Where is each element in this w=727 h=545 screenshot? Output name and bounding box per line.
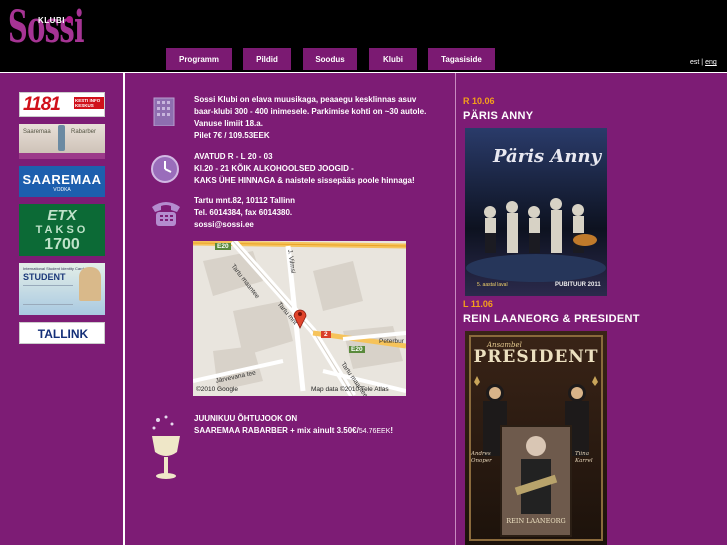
student-card-lines (23, 285, 73, 305)
opening-hours-text: AVATUD R - L 20 - 03 Kl.20 - 21 KÕIK ALK… (194, 151, 449, 187)
event-title[interactable]: PÄRIS ANNY (463, 110, 533, 122)
saaremaa-logo-text: SAAREMAA (22, 172, 102, 187)
contact-address: Tartu mnt.82, 10112 Tallinn (194, 196, 296, 205)
student-card-caption: International Student Identity Card (23, 266, 84, 271)
sponsor-1181-banner[interactable]: 1181 KESTI INFO KESKUS (19, 92, 105, 117)
nav-tab-pildid[interactable]: Pildid (243, 48, 291, 70)
logo-dot-icon (66, 16, 73, 23)
tallink-logo-text: TALLINK (37, 327, 89, 341)
promo-price-eek: 54.76EEK (358, 428, 391, 435)
event-date: R 10.06 (463, 96, 495, 106)
poster-footer: REIN LAANEORG (506, 517, 566, 525)
nav-tab-programm[interactable]: Programm (166, 48, 232, 70)
event-date: L 11.06 (463, 299, 493, 309)
drink-promo-text: JUUNIKUU ÕHTUJOOK ON SAAREMAA RABARBER +… (194, 413, 449, 438)
promo-line-2: SAAREMAA RABARBER + mix ainult 3.50€/ (194, 426, 359, 435)
contact-email[interactable]: sossi@sossi.ee (194, 219, 449, 231)
lang-est-link[interactable]: est (690, 59, 699, 66)
clock-icon (151, 155, 179, 183)
rabarber-text-1: Saaremaa (23, 129, 51, 135)
cocktail-glass-icon (152, 415, 180, 479)
nav-tab-soodus[interactable]: Soodus (303, 48, 357, 70)
location-map[interactable]: E20 E20 Tartu maantee Tartu mnt J. Vilms… (193, 241, 406, 396)
lang-eng-link[interactable]: eng (705, 59, 717, 66)
header: Sossi KLUBI Programm Pildid Soodus Klubi… (0, 0, 727, 72)
sponsor-etx-takso-banner[interactable]: ETX TAKSO 1700 (19, 204, 105, 256)
map-road-number: 2 (321, 331, 331, 338)
map-road-shield: E20 (349, 346, 365, 353)
promo-line-1: JUUNIKUU ÕHTUJOOK ON (194, 414, 298, 423)
about-line: Sossi Klubi on elava muusikaga, peaaegu … (194, 95, 417, 104)
promo-line-end: ! (390, 426, 394, 435)
map-data-attribution: Map data ©2010 Tele Atlas (311, 386, 389, 393)
about-line: Vanuse limiit 18.a. (194, 119, 263, 128)
poster-band-photo (466, 198, 606, 282)
poster-footer-left: 5. aastal laval (477, 282, 508, 288)
logo-text: Sossi (8, 2, 85, 53)
sponsor-saaremaa-rabarber-banner[interactable]: Saaremaa Rabarber (19, 124, 105, 159)
sponsor-saaremaa-vodka-banner[interactable]: SAAREMAA VODKA (19, 166, 105, 197)
hours-line: AVATUD R - L 20 - 03 (194, 152, 273, 161)
takso-text: TAKSO (35, 224, 89, 236)
map-pin-icon[interactable] (293, 307, 307, 329)
about-line: baar-klubi 300 - 400 inimesele. Parkimis… (194, 107, 427, 116)
poster-footer-right: PUBITUUR 2011 (555, 282, 601, 288)
map-street-label: Peterbur (379, 338, 404, 345)
event-poster-president[interactable]: Ansambel PRESIDENT Andres Onoper Tiina K… (465, 331, 607, 545)
sossi-logo[interactable]: Sossi KLUBI (8, 2, 85, 66)
student-card-title: STUDENT (23, 272, 66, 282)
about-line: Pilet 7€ / 109.53EEK (194, 131, 270, 140)
takso-number: 1700 (44, 236, 80, 253)
sponsor-student-card-banner[interactable]: International Student Identity Card STUD… (19, 263, 105, 315)
hours-line: Kl.20 - 21 KÕIK ALKOHOOLSED JOOGID - (194, 164, 354, 173)
contact-phone: Tel. 6014384, fax 6014380. (194, 208, 293, 217)
event-title[interactable]: REIN LAANEORG & PRESIDENT (463, 313, 640, 325)
rabarber-text-2: Rabarber (71, 129, 97, 135)
1181-logo-number: 1181 (23, 94, 61, 115)
hours-line: KAKS ÜHE HINNAGA & naistele sissepääs po… (194, 176, 415, 185)
language-switcher: est | eng (690, 59, 717, 66)
saaremaa-logo-sub: VODKA (53, 187, 71, 193)
event-poster-paris-anny[interactable]: Päris Anny 5. aastal laval PUBITUUR 2011 (465, 128, 607, 296)
club-about-text: Sossi Klubi on elava muusikaga, peaaegu … (194, 94, 449, 142)
map-road-shield: E20 (215, 243, 231, 250)
phone-icon (152, 202, 180, 226)
map-google-copyright: ©2010 Google (196, 386, 239, 393)
rabarber-stripe (19, 153, 105, 159)
poster-band-name: Päris Anny (493, 146, 602, 167)
building-icon (153, 97, 175, 126)
etx-logo-text: ETX (47, 207, 77, 224)
contact-text: Tartu mnt.82, 10112 Tallinn Tel. 6014384… (194, 195, 449, 231)
nav-tab-tagasiside[interactable]: Tagasiside (428, 48, 495, 70)
student-photo-icon (79, 267, 101, 301)
poster-member-right: Tiina Karrel (575, 451, 593, 464)
sponsor-tallink-banner[interactable]: TALLINK (19, 322, 105, 344)
lang-separator: | (701, 59, 704, 66)
1181-logo-caption: KESTI INFO KESKUS (74, 97, 104, 109)
poster-member-left: Andres Onoper (471, 451, 492, 464)
poster-title: PRESIDENT (473, 347, 599, 367)
bottle-icon (58, 125, 65, 151)
nav-tab-klubi[interactable]: Klubi (369, 48, 417, 70)
logo-subtitle: KLUBI (38, 16, 65, 25)
